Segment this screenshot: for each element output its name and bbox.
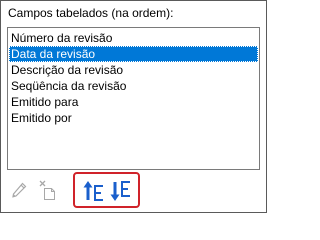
list-item-issued-by[interactable]: Emitido por [9,110,258,126]
fields-group-label: Campos tabelados (na ordem): [8,6,174,20]
reorder-buttons-highlight [73,172,140,208]
list-item-revision-number[interactable]: Número da revisão [9,30,258,46]
list-item-revision-sequence[interactable]: Seqüência da revisão [9,78,258,94]
fields-listbox[interactable]: Número da revisão Data da revisão Descri… [7,27,260,170]
tabulated-fields-panel: Campos tabelados (na ordem): Número da r… [0,0,267,213]
pencil-icon[interactable] [10,181,28,201]
list-item-revision-description[interactable]: Descrição da revisão [9,62,258,78]
list-item-issued-to[interactable]: Emitido para [9,94,258,110]
list-item-revision-date[interactable]: Data da revisão [9,46,258,62]
delete-item-icon[interactable] [38,179,58,201]
